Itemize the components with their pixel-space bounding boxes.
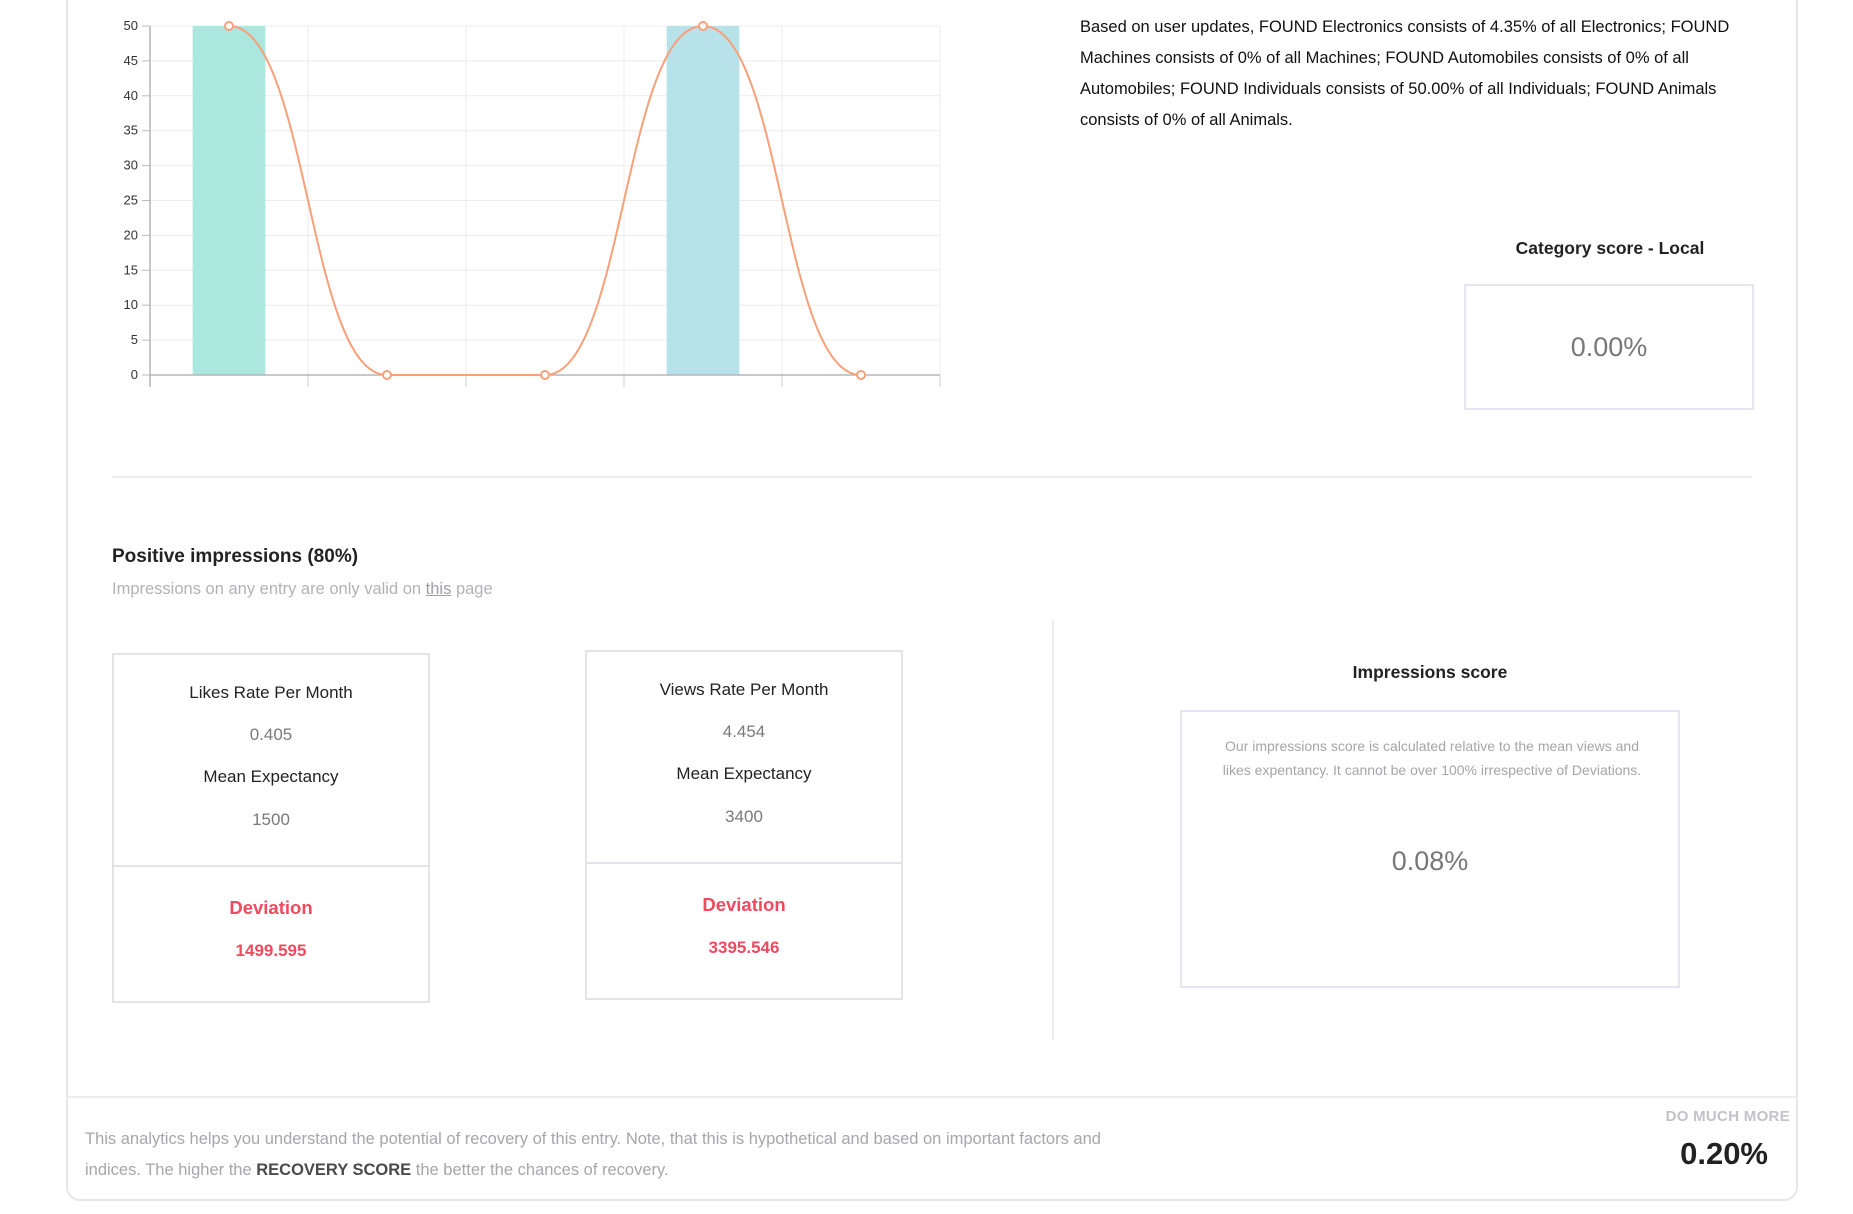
views-rate-stats: Views Rate Per Month 4.454 Mean Expectan…: [587, 652, 901, 864]
views-deviation-label: Deviation: [702, 894, 786, 915]
y-tick-label: 50: [124, 18, 138, 33]
line-point: [540, 370, 550, 380]
line-point: [224, 21, 234, 31]
y-tick-label: 20: [124, 227, 138, 242]
y-tick-label: 15: [124, 262, 138, 277]
y-tick-label: 30: [124, 158, 138, 173]
bar: [666, 26, 740, 375]
footer-note-end: the better the chances of recovery.: [411, 1161, 669, 1179]
impressions-score-box: Our impressions score is calculated rela…: [1180, 710, 1680, 988]
impressions-score-title: Impressions score: [1352, 662, 1508, 682]
category-chart: 0 5 10 15 20 25 30 35 40 45 50: [124, 18, 941, 387]
line-point: [382, 370, 392, 380]
likes-mean-label: Mean Expectancy: [203, 767, 339, 786]
category-summary: Based on user updates, FOUND Electronics…: [1080, 18, 1730, 129]
likes-rate-label: Likes Rate Per Month: [189, 683, 353, 702]
impressions-heading: Positive impressions (80%): [112, 546, 359, 567]
category-score-value: 0.00%: [1570, 331, 1648, 362]
y-tick-label: 10: [124, 297, 138, 312]
likes-mean-value: 1500: [252, 810, 290, 829]
recovery-score-label: RECOVERY SCORE: [256, 1161, 412, 1179]
impressions-subtitle-text: Impressions on any entry are only valid …: [112, 580, 426, 598]
y-tick-label: 45: [124, 53, 138, 68]
likes-rate-stats: Likes Rate Per Month 0.405 Mean Expectan…: [114, 655, 428, 867]
recovery-score-value: 0.20%: [1680, 1136, 1768, 1171]
y-tick-label: 25: [124, 193, 138, 208]
likes-deviation-label: Deviation: [229, 897, 313, 918]
likes-deviation-value: 1499.595: [235, 941, 307, 960]
impressions-subtitle: Impressions on any entry are only valid …: [112, 580, 493, 599]
views-rate-card: Views Rate Per Month 4.454 Mean Expectan…: [585, 650, 903, 1000]
views-rate-value: 4.454: [722, 722, 766, 741]
this-page-link[interactable]: this: [426, 580, 452, 598]
likes-rate-card: Likes Rate Per Month 0.405 Mean Expectan…: [112, 653, 430, 1003]
line-point: [856, 370, 866, 380]
category-score-title: Category score - Local: [1515, 238, 1705, 258]
section-divider: [112, 476, 1752, 478]
y-tick-label: 0: [131, 367, 138, 382]
do-much-more-label: DO MUCH MORE: [1665, 1108, 1790, 1125]
views-deviation-value: 3395.546: [708, 938, 780, 957]
impressions-vertical-divider: [1052, 620, 1054, 1040]
views-mean-value: 3400: [725, 807, 763, 826]
impressions-score-value: 0.08%: [1391, 846, 1469, 876]
views-mean-label: Mean Expectancy: [676, 764, 812, 783]
impressions-score-description: Our impressions score is calculated rela…: [1222, 738, 1642, 778]
y-tick-label: 35: [124, 123, 138, 138]
likes-rate-value: 0.405: [249, 725, 293, 744]
y-tick-label: 40: [124, 88, 138, 103]
footer-divider: [66, 1096, 1798, 1098]
views-rate-label: Views Rate Per Month: [659, 680, 829, 699]
y-tick-label: 5: [131, 332, 138, 347]
footer-note: This analytics helps you understand the …: [85, 1124, 1105, 1186]
impressions-subtitle-end: page: [451, 580, 493, 598]
line-point: [698, 21, 708, 31]
bar: [192, 26, 266, 375]
category-score-box: 0.00%: [1464, 284, 1754, 410]
